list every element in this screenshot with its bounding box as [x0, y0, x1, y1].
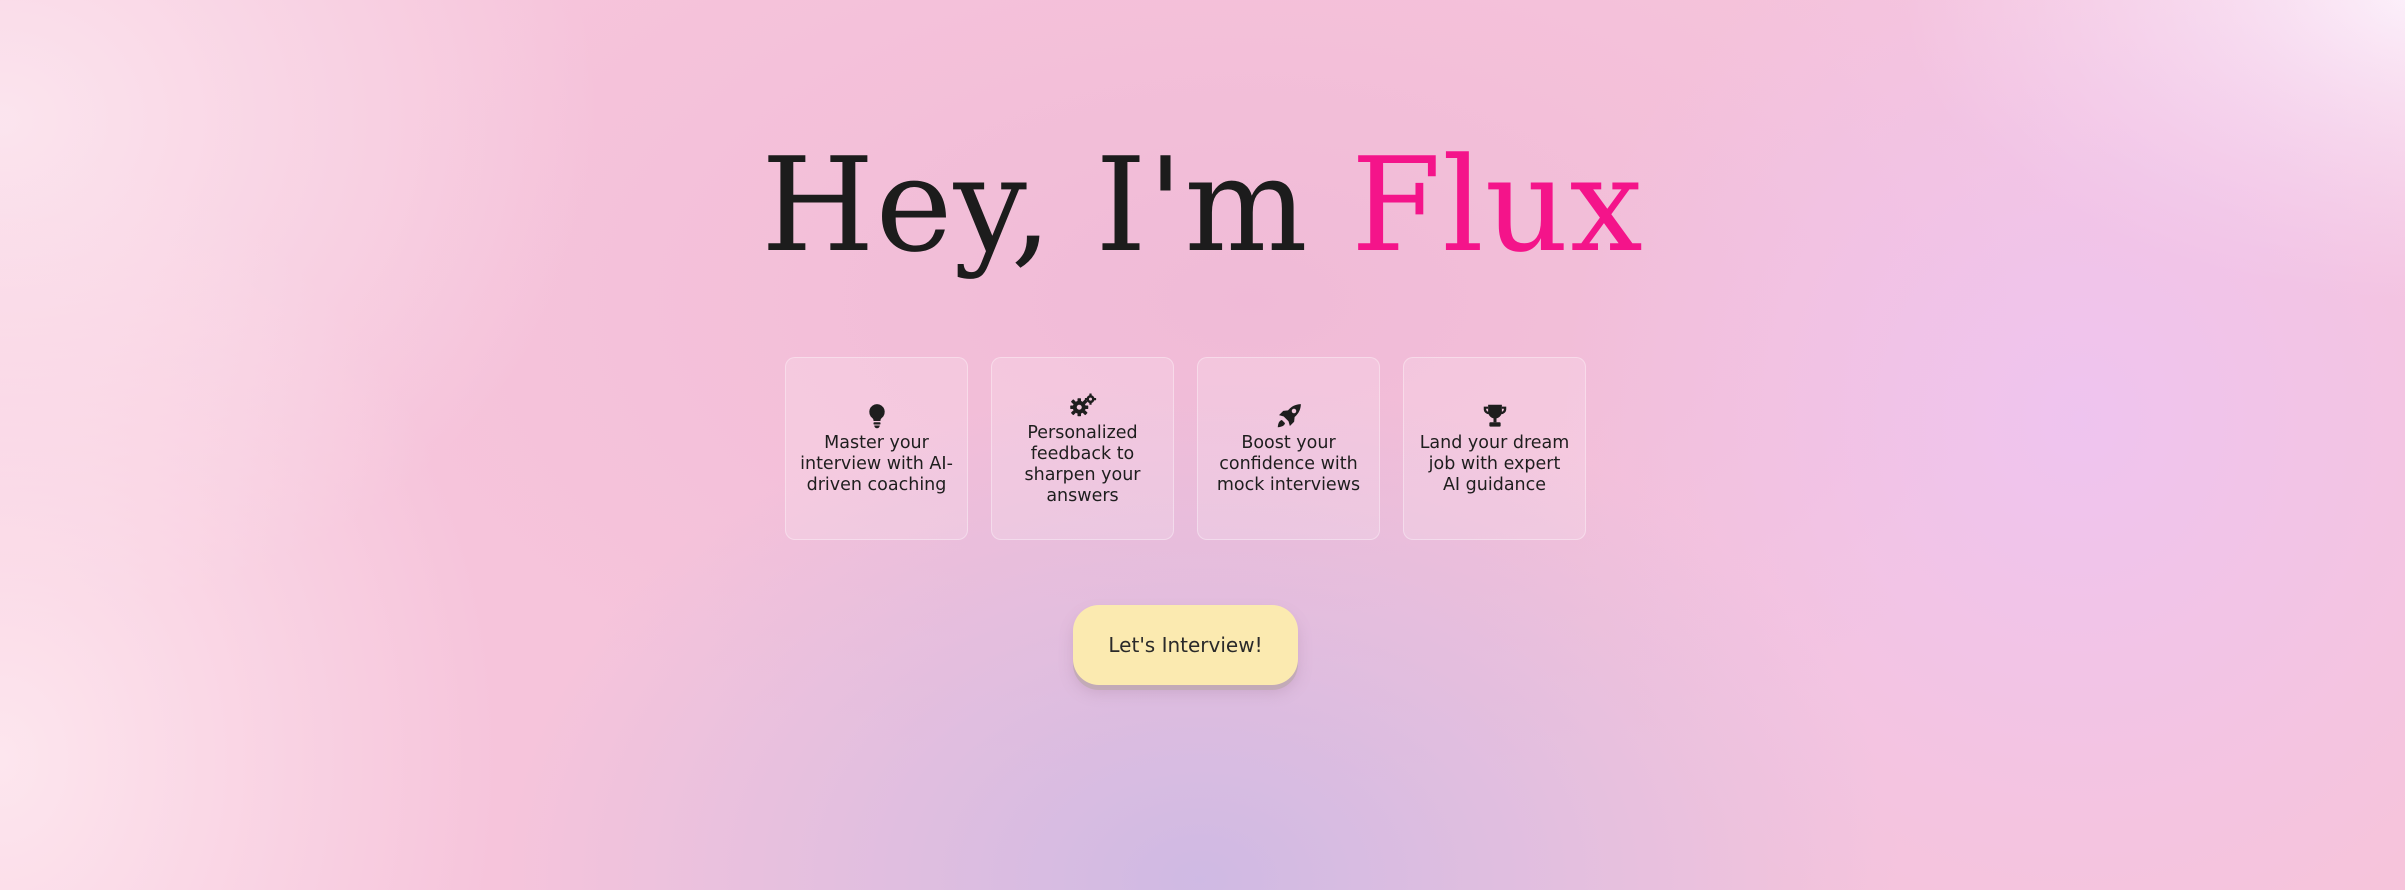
title-prefix: Hey, I'm	[761, 129, 1351, 281]
feature-card-feedback: Personalized feedback to sharpen your an…	[991, 357, 1174, 540]
gears-icon	[1068, 391, 1098, 421]
lets-interview-button[interactable]: Let's Interview!	[1073, 605, 1298, 685]
title-accent: Flux	[1350, 129, 1644, 281]
feature-card-dream-job: Land your dream job with expert AI guida…	[1403, 357, 1586, 540]
feature-text: Master your interview with AI-driven coa…	[800, 433, 953, 495]
rocket-icon	[1274, 401, 1304, 431]
feature-cards: Master your interview with AI-driven coa…	[785, 357, 1587, 540]
trophy-icon	[1480, 401, 1510, 431]
feature-card-coaching: Master your interview with AI-driven coa…	[785, 357, 968, 540]
feature-text: Boost your confidence with mock intervie…	[1216, 433, 1361, 495]
feature-text: Personalized feedback to sharpen your an…	[1024, 422, 1141, 506]
feature-text: Land your dream job with expert AI guida…	[1419, 433, 1570, 495]
hero-section: Hey, I'm Flux Master your interview with…	[0, 0, 2405, 890]
lightbulb-icon	[862, 401, 892, 431]
feature-card-confidence: Boost your confidence with mock intervie…	[1197, 357, 1380, 540]
page-title: Hey, I'm Flux	[0, 125, 2405, 285]
